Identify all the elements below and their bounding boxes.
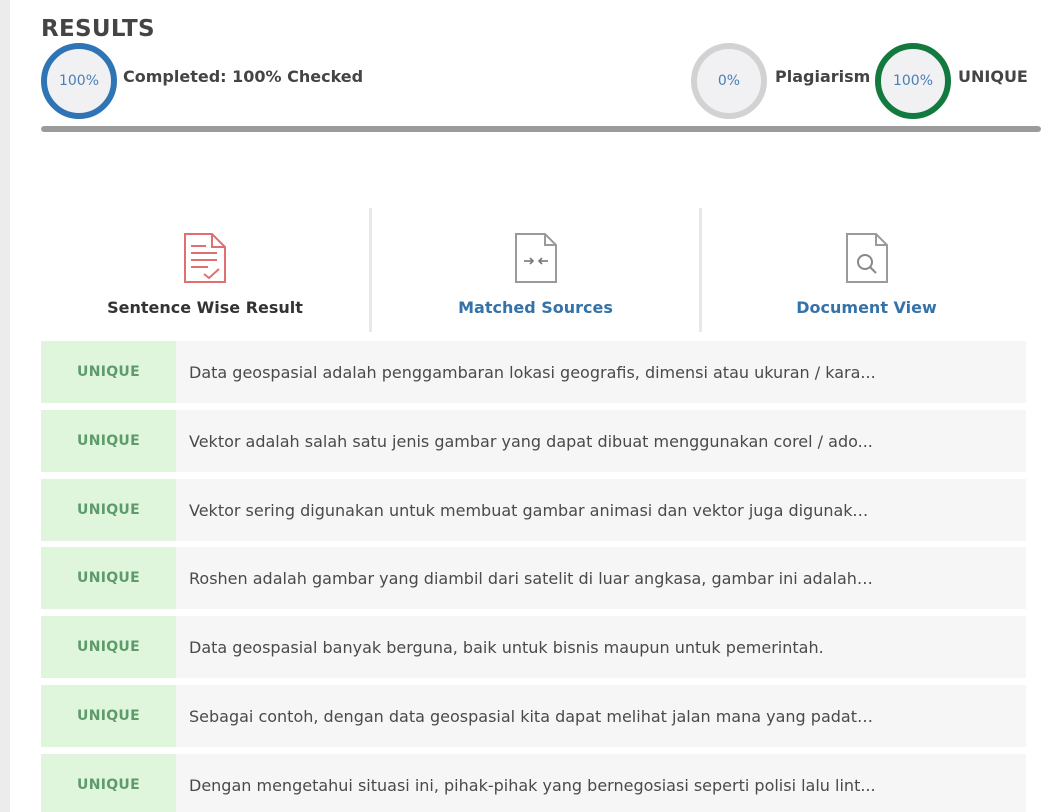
plagiarism-label: Plagiarism <box>775 67 871 86</box>
table-row[interactable]: UNIQUE Roshen adalah gambar yang diambil… <box>41 547 1026 609</box>
status-badge: UNIQUE <box>41 685 176 747</box>
tab-document-view[interactable]: Document View <box>702 208 1031 332</box>
unique-ring: 100% <box>875 43 951 119</box>
table-row[interactable]: UNIQUE Data geospasial adalah penggambar… <box>41 341 1026 403</box>
sentence-text: Roshen adalah gambar yang diambil dari s… <box>189 568 876 588</box>
sentence-text: Vektor sering digunakan untuk membuat ga… <box>189 500 876 520</box>
plagiarism-ring: 0% <box>691 43 767 119</box>
tab-sentence-wise-result[interactable]: Sentence Wise Result <box>41 208 369 332</box>
document-search-icon <box>844 232 890 284</box>
result-view-tabs: Sentence Wise Result Matched Sources Doc… <box>41 208 1031 332</box>
table-row[interactable]: UNIQUE Vektor sering digunakan untuk mem… <box>41 479 1026 541</box>
sentence-text: Dengan mengetahui situasi ini, pihak-pih… <box>189 775 876 795</box>
sentence-text: Vektor adalah salah satu jenis gambar ya… <box>189 431 873 451</box>
sentence-text: Data geospasial banyak berguna, baik unt… <box>189 637 824 657</box>
results-panel: RESULTS 100% Completed: 100% Checked 0% … <box>10 0 1061 812</box>
tab-sentence-wise-result-label: Sentence Wise Result <box>107 298 303 317</box>
completed-label: Completed: 100% Checked <box>123 67 364 86</box>
table-row[interactable]: UNIQUE Vektor adalah salah satu jenis ga… <box>41 410 1026 472</box>
status-badge: UNIQUE <box>41 547 176 609</box>
plagiarism-ring-value: 0% <box>717 73 741 89</box>
status-badge: UNIQUE <box>41 410 176 472</box>
tab-document-view-label: Document View <box>796 298 937 317</box>
tab-matched-sources[interactable]: Matched Sources <box>372 208 699 332</box>
completed-ring: 100% <box>41 43 117 119</box>
unique-label: UNIQUE <box>958 67 1028 86</box>
table-row[interactable]: UNIQUE Dengan mengetahui situasi ini, pi… <box>41 754 1026 812</box>
unique-ring-value: 100% <box>892 73 934 89</box>
page-title: RESULTS <box>41 16 155 42</box>
status-badge: UNIQUE <box>41 341 176 403</box>
status-badge: UNIQUE <box>41 754 176 812</box>
document-check-icon <box>182 232 228 284</box>
progress-bar-fill <box>41 126 1041 132</box>
compare-icon <box>513 232 559 284</box>
completed-ring-value: 100% <box>58 73 100 89</box>
progress-bar <box>41 126 1041 132</box>
status-badge: UNIQUE <box>41 479 176 541</box>
sentence-text: Data geospasial adalah penggambaran loka… <box>189 362 876 382</box>
sentence-text: Sebagai contoh, dengan data geospasial k… <box>189 706 876 726</box>
table-row[interactable]: UNIQUE Data geospasial banyak berguna, b… <box>41 616 1026 678</box>
table-row[interactable]: UNIQUE Sebagai contoh, dengan data geosp… <box>41 685 1026 747</box>
tab-matched-sources-label: Matched Sources <box>458 298 613 317</box>
status-badge: UNIQUE <box>41 616 176 678</box>
